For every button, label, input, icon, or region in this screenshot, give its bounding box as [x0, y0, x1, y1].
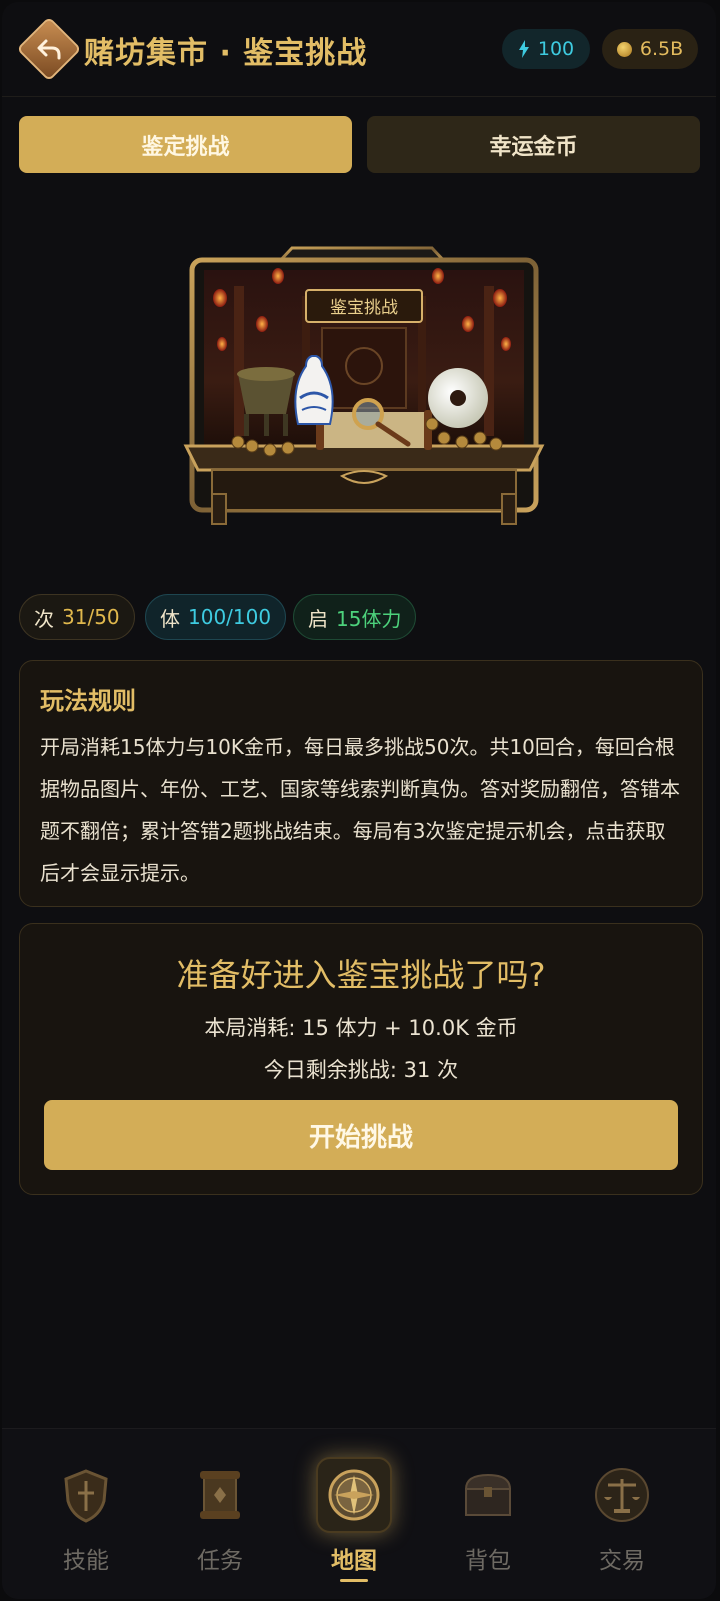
nav-active-underline — [340, 1579, 368, 1582]
nav-item-skills[interactable]: 技能 — [18, 1429, 154, 1599]
page-title: 赌坊集市 · 鉴宝挑战 — [84, 36, 368, 71]
energy-counter[interactable]: 100 — [502, 29, 590, 69]
nav-item-tasks[interactable]: 任务 — [152, 1429, 288, 1599]
rules-card: 玩法规则 开局消耗15体力与10K金币，每日最多挑战50次。共10回合，每回合根… — [19, 660, 703, 907]
stamina-chip: 体 100/100 — [145, 594, 287, 640]
nav-label-backpack: 背包 — [465, 1548, 511, 1574]
tab-appraisal-challenge[interactable]: 鉴定挑战 — [19, 116, 352, 173]
attempts-chip: 次 31/50 — [19, 594, 135, 640]
rules-body: 开局消耗15体力与10K金币，每日最多挑战50次。共10回合，每回合根据物品图片… — [40, 735, 680, 885]
bottom-nav: 技能 任务 地图 背包 交易 — [2, 1428, 716, 1599]
tab-lucky-coin[interactable]: 幸运金币 — [367, 116, 700, 173]
ready-title: 准备好进入鉴宝挑战了吗? — [176, 956, 546, 994]
compass-icon — [328, 1469, 380, 1521]
energy-value: 100 — [537, 38, 575, 60]
coin-icon — [616, 41, 632, 57]
coin-value: 6.5B — [639, 38, 684, 60]
ready-remaining: 今日剩余挑战: 31 次 — [263, 1058, 459, 1082]
start-cost-value: 15体力 — [336, 606, 402, 631]
nav-item-trade[interactable]: 交易 — [554, 1429, 690, 1599]
nav-item-map[interactable]: 地图 — [286, 1429, 422, 1599]
nav-label-tasks: 任务 — [197, 1548, 243, 1574]
header: 赌坊集市 · 鉴宝挑战 100 6.5B — [2, 2, 716, 97]
scales-icon — [595, 1468, 649, 1522]
shield-icon — [64, 1469, 108, 1523]
app-frame: 赌坊集市 · 鉴宝挑战 100 6.5B 鉴定挑战 幸运金币 鉴宝挑战 次 31… — [2, 2, 716, 1599]
back-button[interactable] — [16, 16, 82, 82]
start-cost-chip: 启 15体力 — [293, 594, 417, 640]
nav-item-backpack[interactable]: 背包 — [420, 1429, 556, 1599]
sign-text: 鉴宝挑战 — [330, 298, 398, 318]
start-challenge-button[interactable]: 开始挑战 — [44, 1100, 678, 1170]
chest-icon — [464, 1473, 512, 1516]
nav-label-trade: 交易 — [599, 1548, 645, 1574]
lightning-icon — [518, 40, 529, 58]
nav-label-skills: 技能 — [63, 1548, 109, 1574]
stamina-value: 100/100 — [188, 605, 272, 629]
stamina-key: 体 — [160, 606, 180, 631]
treasure-hall-illustration: 鉴宝挑战 — [183, 246, 545, 525]
nav-label-map: 地图 — [331, 1548, 377, 1574]
start-cost-key: 启 — [308, 606, 328, 631]
coin-counter[interactable]: 6.5B — [602, 29, 698, 69]
attempts-value: 31/50 — [62, 605, 120, 629]
ready-card: 准备好进入鉴宝挑战了吗? 本局消耗: 15 体力 + 10.0K 金币 今日剩余… — [19, 923, 703, 1195]
back-arrow-icon — [37, 39, 61, 60]
attempts-key: 次 — [34, 606, 54, 631]
rules-title: 玩法规则 — [40, 687, 136, 715]
scroll-icon — [200, 1471, 240, 1519]
ready-cost: 本局消耗: 15 体力 + 10.0K 金币 — [204, 1016, 518, 1040]
